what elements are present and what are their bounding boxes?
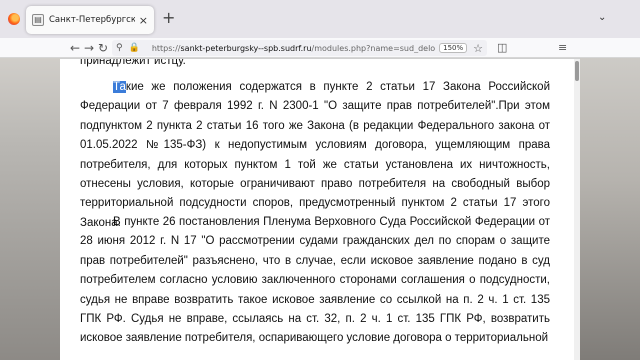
- paragraph-1-text: кие же положения содержатся в пункте 2 с…: [80, 81, 550, 229]
- paragraph-1: Такие же положения содержатся в пункте 2…: [80, 78, 550, 233]
- tab-title: Санкт-Петербургский городс: [49, 15, 135, 25]
- bookmark-star-icon[interactable]: ☆: [473, 42, 483, 55]
- navigation-bar: ← → ↻ ⚲ 🔒 https://sankt-peterburgsky--sp…: [0, 38, 640, 58]
- menu-hamburger-icon[interactable]: ≡: [558, 41, 567, 54]
- cut-off-line: принадлежит истцу.: [80, 59, 186, 67]
- firefox-logo-icon: [8, 13, 20, 25]
- text-selection: Та: [113, 81, 126, 93]
- url-text: https://sankt-peterburgsky--spb.sudrf.ru…: [152, 44, 435, 53]
- back-arrow-icon[interactable]: ←: [70, 41, 80, 55]
- reload-icon[interactable]: ↻: [98, 41, 108, 55]
- scrollbar-thumb[interactable]: [575, 61, 579, 81]
- tab-active[interactable]: ▤ Санкт-Петербургский городс ×: [26, 6, 154, 34]
- page-content: принадлежит истцу. Такие же положения со…: [60, 59, 580, 360]
- list-all-tabs-chevron-icon[interactable]: ⌄: [598, 12, 606, 23]
- url-bar[interactable]: ⚲ 🔒 https://sankt-peterburgsky--spb.sudr…: [112, 40, 487, 56]
- browser-window: ▤ Санкт-Петербургский городс × + ⌄ ← → ↻…: [0, 0, 640, 360]
- court-favicon-icon: ▤: [32, 14, 44, 26]
- url-path: /modules.php?name=sud_delo&: [311, 43, 436, 53]
- forward-arrow-icon[interactable]: →: [84, 41, 94, 55]
- pocket-icon[interactable]: ◫: [497, 41, 507, 54]
- vertical-scrollbar[interactable]: [574, 59, 580, 360]
- site-permissions-icon[interactable]: ⚲: [116, 43, 123, 53]
- tab-strip: ▤ Санкт-Петербургский городс × + ⌄: [0, 0, 640, 38]
- paragraph-2: В пункте 26 постановления Пленума Верхов…: [80, 216, 550, 345]
- zoom-level-badge[interactable]: 150%: [439, 43, 468, 53]
- new-tab-plus-icon[interactable]: +: [162, 10, 175, 26]
- lock-icon[interactable]: 🔒: [129, 43, 140, 53]
- tab-close-icon[interactable]: ×: [139, 14, 148, 27]
- url-prefix: https://: [151, 43, 181, 53]
- url-host: sankt-peterburgsky--spb.sudrf.ru: [180, 43, 312, 53]
